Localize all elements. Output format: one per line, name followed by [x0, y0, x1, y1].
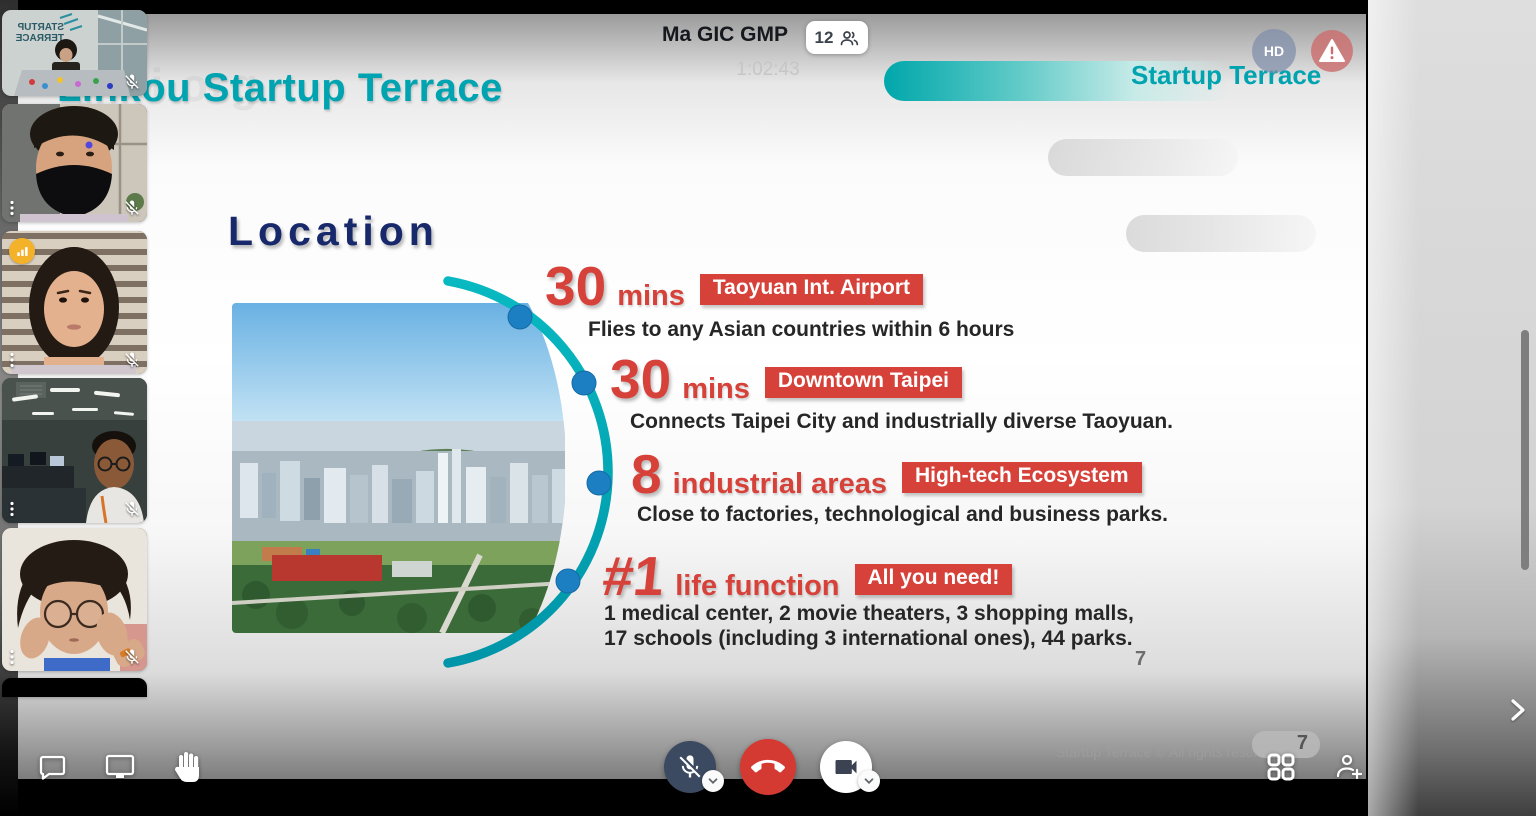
bullet-label: industrial areas: [673, 468, 887, 501]
camera-options-chevron[interactable]: [858, 770, 880, 792]
bullet-badge: All you need!: [855, 564, 1013, 595]
bullet-industrial: 8 industrial areas High-tech Ecosystem: [631, 447, 1142, 502]
screenshare-icon: [103, 751, 137, 783]
tile-view-icon: [1265, 751, 1297, 783]
tile-menu-dots-icon[interactable]: [9, 501, 15, 517]
participants-count-button[interactable]: 12: [806, 21, 868, 54]
warning-triangle-icon: [1318, 38, 1346, 64]
tile-menu-dots-icon[interactable]: [9, 649, 15, 665]
bullet-description: 1 medical center, 2 movie theaters, 3 sh…: [604, 601, 1136, 651]
microphone-options-chevron[interactable]: [702, 770, 724, 792]
svg-text:STARTUP: STARTUP: [17, 22, 64, 33]
participant-tile[interactable]: [2, 231, 147, 374]
tile-menu-dots-icon[interactable]: [9, 352, 15, 368]
tile-view-button[interactable]: [1264, 750, 1298, 784]
slide-brand-text: Startup Terrace: [1131, 60, 1321, 91]
participant-tile[interactable]: [2, 104, 147, 222]
muted-mic-icon: [123, 199, 141, 217]
slide-footer: Startup Terrace © All rights reserved.: [1056, 744, 1285, 760]
slide-decor-pill: [1126, 215, 1316, 252]
bullet-description: Close to factories, technological and bu…: [637, 502, 1168, 527]
bullet-description: Flies to any Asian countries within 6 ho…: [588, 317, 1014, 342]
bullet-number: 30: [545, 259, 606, 314]
screenshare-button[interactable]: [103, 750, 137, 784]
bullet-label: mins: [682, 373, 750, 406]
chat-button[interactable]: [35, 750, 69, 784]
hd-quality-indicator: HD: [1252, 29, 1296, 73]
meeting-timer: 1:02:43: [640, 59, 896, 81]
add-person-icon: [1334, 751, 1366, 783]
raise-hand-icon: [172, 749, 204, 783]
svg-text:TERRACE: TERRACE: [15, 33, 64, 44]
participant-tile-camera-off[interactable]: [2, 678, 147, 697]
participants-filmstrip: [1368, 0, 1536, 816]
bullet-description: Connects Taipei City and industrially di…: [630, 409, 1173, 434]
bullet-airport: 30 mins Taoyuan Int. Airport: [545, 259, 923, 314]
participant-tile[interactable]: [2, 528, 147, 671]
warning-indicator[interactable]: [1311, 30, 1353, 72]
bullet-label: mins: [617, 280, 685, 313]
chevron-down-icon: [706, 774, 720, 788]
raise-hand-button[interactable]: [171, 749, 205, 783]
bullet-label: life function: [675, 570, 839, 603]
muted-mic-icon: [123, 351, 141, 369]
bullet-life: #1 life function All you need!: [603, 549, 1012, 604]
signal-bars-icon: [15, 244, 30, 259]
bullet-number: 8: [631, 447, 662, 502]
bullet-badge: High-tech Ecosystem: [902, 462, 1142, 493]
chevron-down-icon: [862, 774, 876, 788]
aerial-city-illustration: [232, 303, 565, 633]
participant-tile[interactable]: [2, 378, 147, 523]
bullet-taipei: 30 mins Downtown Taipei: [610, 352, 962, 407]
bullet-badge: Taoyuan Int. Airport: [700, 274, 923, 305]
participants-icon: [839, 29, 859, 47]
muted-mic-icon: [123, 73, 141, 91]
tile-menu-dots-icon[interactable]: [9, 200, 15, 216]
bullet-number: #1: [600, 549, 667, 604]
slide-decor-pill: [1048, 139, 1238, 176]
filmstrip-scrollbar[interactable]: [1521, 330, 1529, 570]
invite-people-button[interactable]: [1333, 750, 1367, 784]
slide-section-title: Location: [228, 208, 439, 255]
muted-mic-icon: [123, 500, 141, 518]
bullet-badge: Downtown Taipei: [765, 367, 962, 398]
filmstrip-scroll-chevron[interactable]: [1505, 697, 1531, 723]
slide-page-number: 7: [1135, 648, 1146, 671]
chat-icon: [36, 751, 68, 783]
mic-off-icon: [676, 753, 704, 781]
participant-tile[interactable]: STARTUPTERRACE: [2, 10, 147, 96]
camera-icon: [832, 753, 860, 781]
connection-quality-badge: [9, 238, 35, 264]
hangup-button[interactable]: [740, 739, 796, 795]
hangup-icon: [751, 750, 785, 784]
bullet-number: 30: [610, 352, 671, 407]
participants-count: 12: [815, 28, 834, 48]
aerial-city-photo: [232, 303, 565, 633]
jitsi-meeting-window: jitsi.org Linkou Startup Terrace Startup…: [0, 0, 1536, 816]
muted-mic-icon: [123, 648, 141, 666]
